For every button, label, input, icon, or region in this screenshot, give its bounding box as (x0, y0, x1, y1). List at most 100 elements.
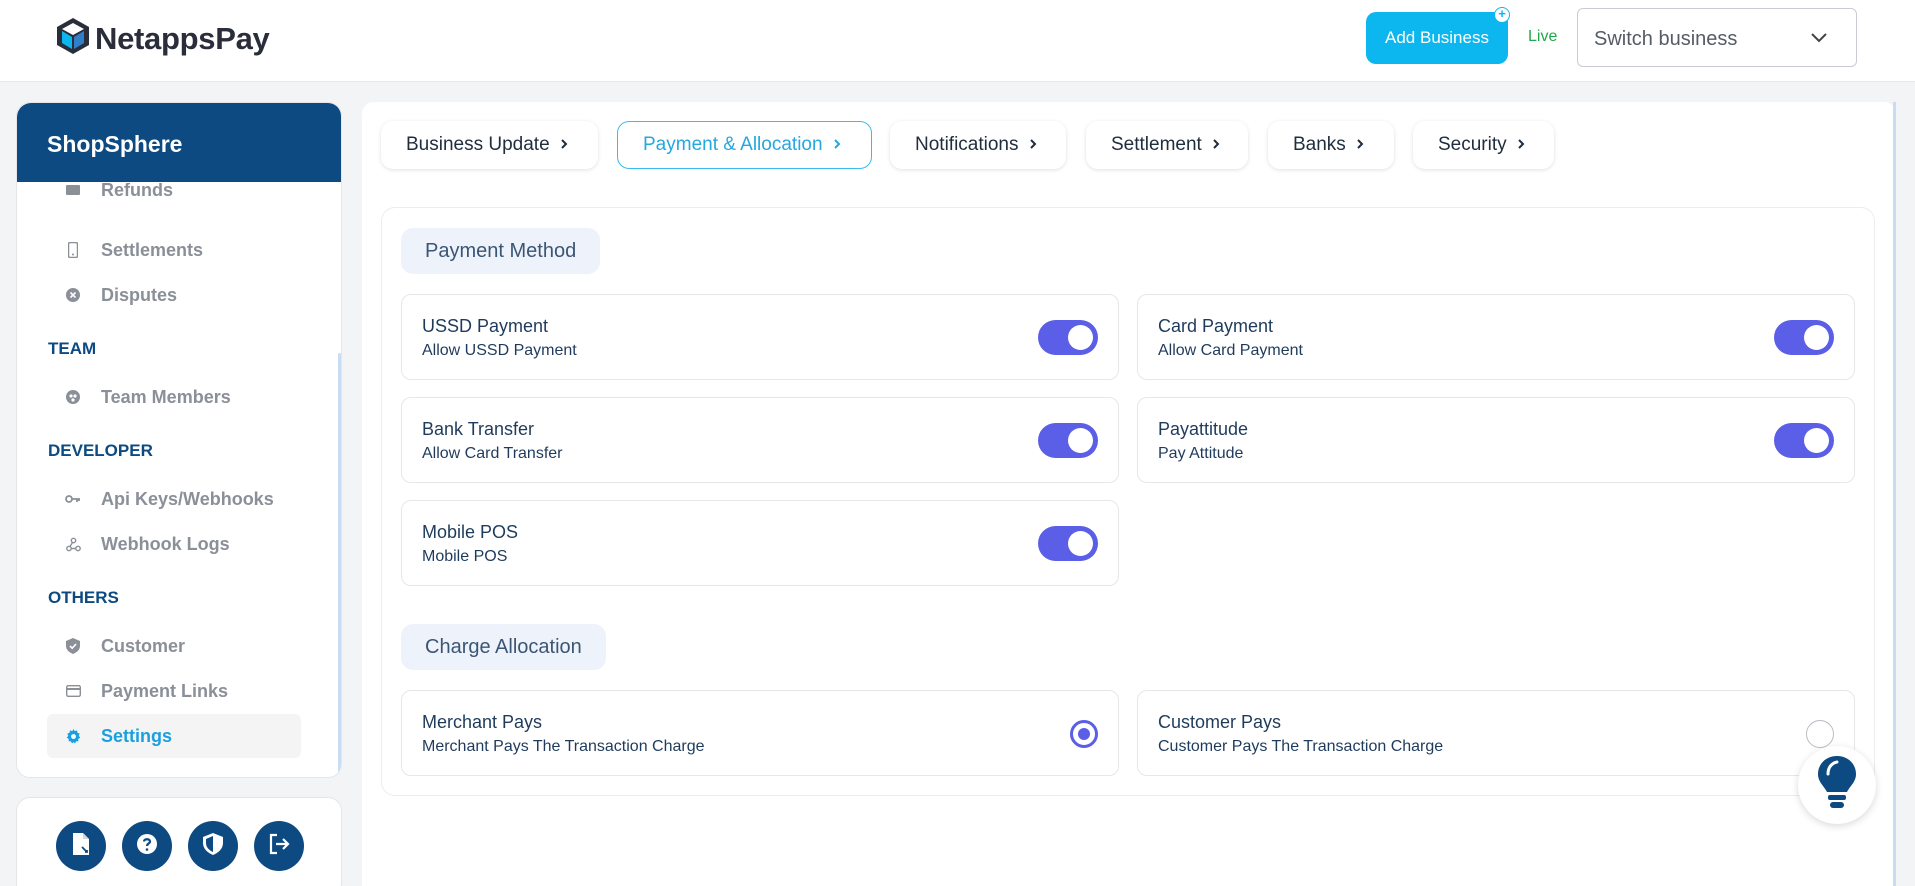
sidebar-item-label: Webhook Logs (101, 533, 230, 554)
sidebar-item-payment-links[interactable]: Payment Links (47, 669, 301, 713)
team-icon (65, 390, 81, 404)
toggle-knob (1068, 325, 1093, 350)
sidebar-item-settings[interactable]: Settings (47, 714, 301, 758)
sidebar: ShopSphere Refunds Settlements Disputes … (16, 102, 342, 778)
chevron-right-icon (1517, 134, 1525, 156)
top-header: NetappsPay Add Business + Live Switch bu… (0, 0, 1915, 82)
sidebar-item-api-keys[interactable]: Api Keys/Webhooks (47, 477, 301, 521)
toggle-knob (1068, 531, 1093, 556)
sidebar-item-disputes[interactable]: Disputes (47, 273, 301, 317)
sidebar-item-label: Settings (101, 725, 173, 746)
security-icon (203, 832, 223, 860)
method-subtitle: Allow Card Payment (1158, 342, 1303, 359)
bank-transfer-toggle[interactable] (1038, 423, 1098, 458)
logout-icon (268, 833, 290, 860)
key-icon (65, 494, 81, 504)
phone-icon (65, 242, 81, 258)
card-payment-toggle[interactable] (1774, 320, 1834, 355)
tab-label: Business Update (406, 134, 550, 155)
charge-option-customer[interactable]: Customer Pays Customer Pays The Transact… (1137, 690, 1855, 776)
sidebar-item-customer[interactable]: Customer (47, 624, 301, 668)
charge-option-merchant[interactable]: Merchant Pays Merchant Pays The Transact… (401, 690, 1119, 776)
sidebar-item-refunds[interactable]: Refunds (47, 183, 301, 211)
security-button[interactable] (188, 821, 238, 871)
section-title-team: TEAM (48, 339, 97, 358)
tab-settlement[interactable]: Settlement (1086, 121, 1248, 169)
payment-method-card-card: Card Payment Allow Card Payment (1137, 294, 1855, 380)
chevron-right-icon (560, 134, 568, 156)
toggle-knob (1804, 428, 1829, 453)
option-subtitle: Merchant Pays The Transaction Charge (422, 738, 705, 755)
main-scrollbar[interactable] (1893, 102, 1896, 886)
sidebar-item-label: Settlements (101, 239, 204, 260)
method-title: Mobile POS (422, 522, 519, 542)
ussd-payment-toggle[interactable] (1038, 320, 1098, 355)
sidebar-item-label: Customer (101, 635, 186, 656)
switch-business-select[interactable]: Switch business (1577, 8, 1857, 67)
tab-label: Settlement (1111, 134, 1202, 155)
method-subtitle: Pay Attitude (1158, 445, 1244, 462)
tab-payment-allocation[interactable]: Payment & Allocation (617, 121, 872, 169)
tips-button[interactable] (1798, 746, 1876, 824)
method-title: Card Payment (1158, 316, 1274, 336)
chevron-down-icon (1810, 31, 1828, 49)
card-icon (65, 685, 81, 697)
method-subtitle: Allow USSD Payment (422, 342, 577, 359)
tab-security[interactable]: Security (1413, 121, 1554, 169)
method-title: Bank Transfer (422, 419, 535, 439)
toggle-knob (1068, 428, 1093, 453)
toggle-knob (1804, 325, 1829, 350)
charge-allocation-heading: Charge Allocation (401, 624, 606, 670)
switch-business-placeholder: Switch business (1594, 28, 1738, 50)
payment-method-card-mobile-pos: Mobile POS Mobile POS (401, 500, 1119, 586)
gear-icon (65, 728, 81, 744)
method-subtitle: Mobile POS (422, 548, 508, 565)
payment-method-heading: Payment Method (401, 228, 601, 274)
tab-business-update[interactable]: Business Update (381, 121, 598, 169)
sidebar-scrollbar[interactable] (338, 353, 341, 773)
tab-notifications[interactable]: Notifications (890, 121, 1066, 169)
customer-pays-radio[interactable] (1806, 720, 1834, 748)
help-icon (136, 833, 158, 860)
payattitude-toggle[interactable] (1774, 423, 1834, 458)
option-title: Customer Pays (1158, 712, 1282, 732)
sidebar-item-webhook-logs[interactable]: Webhook Logs (47, 522, 301, 566)
section-title-others: OTHERS (48, 588, 119, 607)
chevron-right-icon (1029, 134, 1037, 156)
close-circle-icon (65, 288, 81, 302)
method-title: Payattitude (1158, 419, 1249, 439)
sidebar-header: ShopSphere (17, 103, 341, 182)
sidebar-item-label: Refunds (101, 183, 173, 200)
business-name: ShopSphere (47, 131, 183, 157)
section-title-developer: DEVELOPER (48, 441, 153, 460)
sidebar-item-label: Api Keys/Webhooks (101, 488, 274, 509)
chevron-right-icon (833, 134, 841, 156)
option-title: Merchant Pays (422, 712, 543, 732)
logout-button[interactable] (254, 821, 304, 871)
logo-text: NetappsPay (95, 20, 270, 56)
sidebar-item-settlements[interactable]: Settlements (47, 228, 301, 272)
shield-check-icon (65, 638, 81, 654)
mobile-pos-toggle[interactable] (1038, 526, 1098, 561)
document-button[interactable] (56, 821, 106, 871)
tab-label: Notifications (915, 134, 1019, 155)
receipt-icon (65, 185, 81, 195)
cube-logo-icon (55, 16, 91, 61)
payment-method-card-bank-transfer: Bank Transfer Allow Card Transfer (401, 397, 1119, 483)
tab-banks[interactable]: Banks (1268, 121, 1394, 169)
merchant-pays-radio[interactable] (1070, 720, 1098, 748)
sidebar-item-label: Disputes (101, 284, 178, 305)
method-subtitle: Allow Card Transfer (422, 445, 563, 462)
help-button[interactable] (122, 821, 172, 871)
payment-method-card-ussd: USSD Payment Allow USSD Payment (401, 294, 1119, 380)
sidebar-item-label: Payment Links (101, 680, 229, 701)
app-logo[interactable]: NetappsPay (55, 16, 270, 61)
tab-label: Banks (1293, 134, 1346, 155)
plus-circle-icon: + (1494, 7, 1510, 23)
add-business-button[interactable]: Add Business (1366, 12, 1508, 64)
webhook-icon (65, 537, 81, 552)
sidebar-item-team-members[interactable]: Team Members (47, 375, 301, 419)
chevron-right-icon (1356, 134, 1364, 156)
live-mode-label: Live (1528, 28, 1558, 45)
payment-method-card-payattitude: Payattitude Pay Attitude (1137, 397, 1855, 483)
